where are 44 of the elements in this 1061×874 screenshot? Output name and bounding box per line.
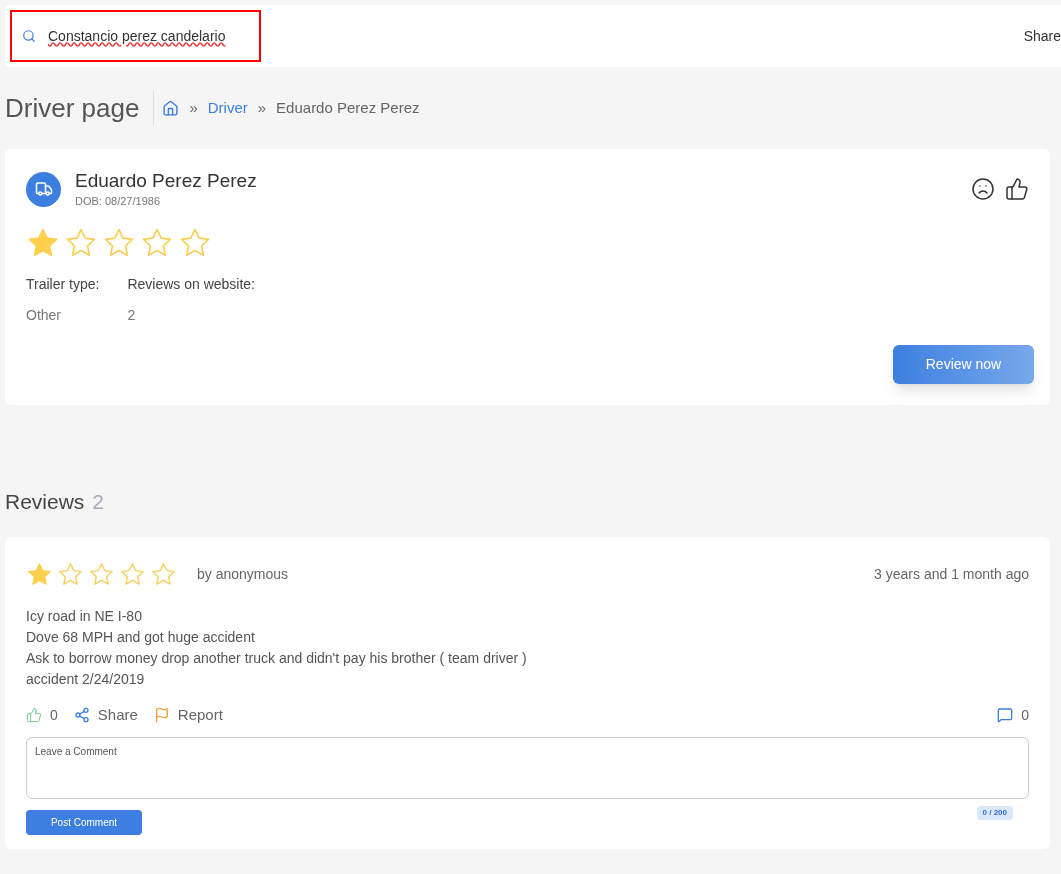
flag-icon: [153, 707, 170, 724]
comment-count: 0: [1021, 705, 1029, 725]
breadcrumb-separator: »: [189, 97, 198, 118]
driver-name: Eduardo Perez Perez: [75, 169, 257, 193]
home-icon[interactable]: [162, 99, 180, 117]
empty-star-icon: [57, 561, 84, 588]
comment-field[interactable]: Leave a Comment: [26, 736, 1029, 799]
field-value: Other: [26, 305, 62, 325]
review-text-line: accident 2/24/2019: [26, 670, 146, 689]
breadcrumb-link[interactable]: Driver: [207, 96, 248, 120]
truck-avatar-icon: [26, 171, 61, 207]
search-icon: [22, 29, 36, 43]
thumbs-up-icon[interactable]: [26, 707, 42, 724]
reviews-count: 2: [92, 488, 105, 515]
review-time: 3 years and 1 month ago: [874, 565, 1029, 584]
share-icon: [73, 707, 90, 724]
search-input[interactable]: Constancio perez candelario: [48, 25, 248, 47]
report-button[interactable]: Report: [153, 704, 223, 727]
sad-face-icon[interactable]: [971, 177, 995, 201]
share-button[interactable]: Share: [73, 704, 138, 727]
field-label: Trailer type:: [26, 274, 100, 294]
review-now-button[interactable]: Review now: [893, 345, 1034, 384]
breadcrumb-current: Eduardo Perez Perez: [276, 97, 420, 118]
thumbs-up-icon[interactable]: [1005, 177, 1029, 201]
page-title: Driver page: [5, 91, 141, 125]
review-text-line: Dove 68 MPH and got huge accident: [26, 628, 256, 647]
field-label: Reviews on website:: [127, 274, 255, 294]
search-field[interactable]: Constancio perez candelario: [10, 10, 261, 62]
empty-star-icon: [150, 561, 177, 588]
empty-star-icon: [119, 561, 146, 588]
share-link[interactable]: Share: [1023, 25, 1061, 47]
driver-dob: DOB: 08/27/1986: [75, 194, 161, 209]
comment-icon[interactable]: [997, 707, 1014, 724]
review-text-line: Icy road in NE I-80: [26, 607, 143, 626]
character-counter: 0 / 200: [976, 805, 1013, 820]
empty-star-icon: [88, 561, 115, 588]
review-author: by anonymous: [197, 565, 289, 584]
review-text-line: Ask to borrow money drop another truck and didn't pay his brother ( team driver ): [26, 649, 528, 668]
reviews-heading: Reviews: [5, 488, 85, 515]
post-comment-button[interactable]: Post Comment: [26, 809, 142, 835]
filled-star-icon: [26, 561, 53, 588]
breadcrumb-separator: »: [257, 97, 267, 118]
like-count: 0: [50, 705, 58, 725]
field-value: 2: [127, 305, 137, 325]
